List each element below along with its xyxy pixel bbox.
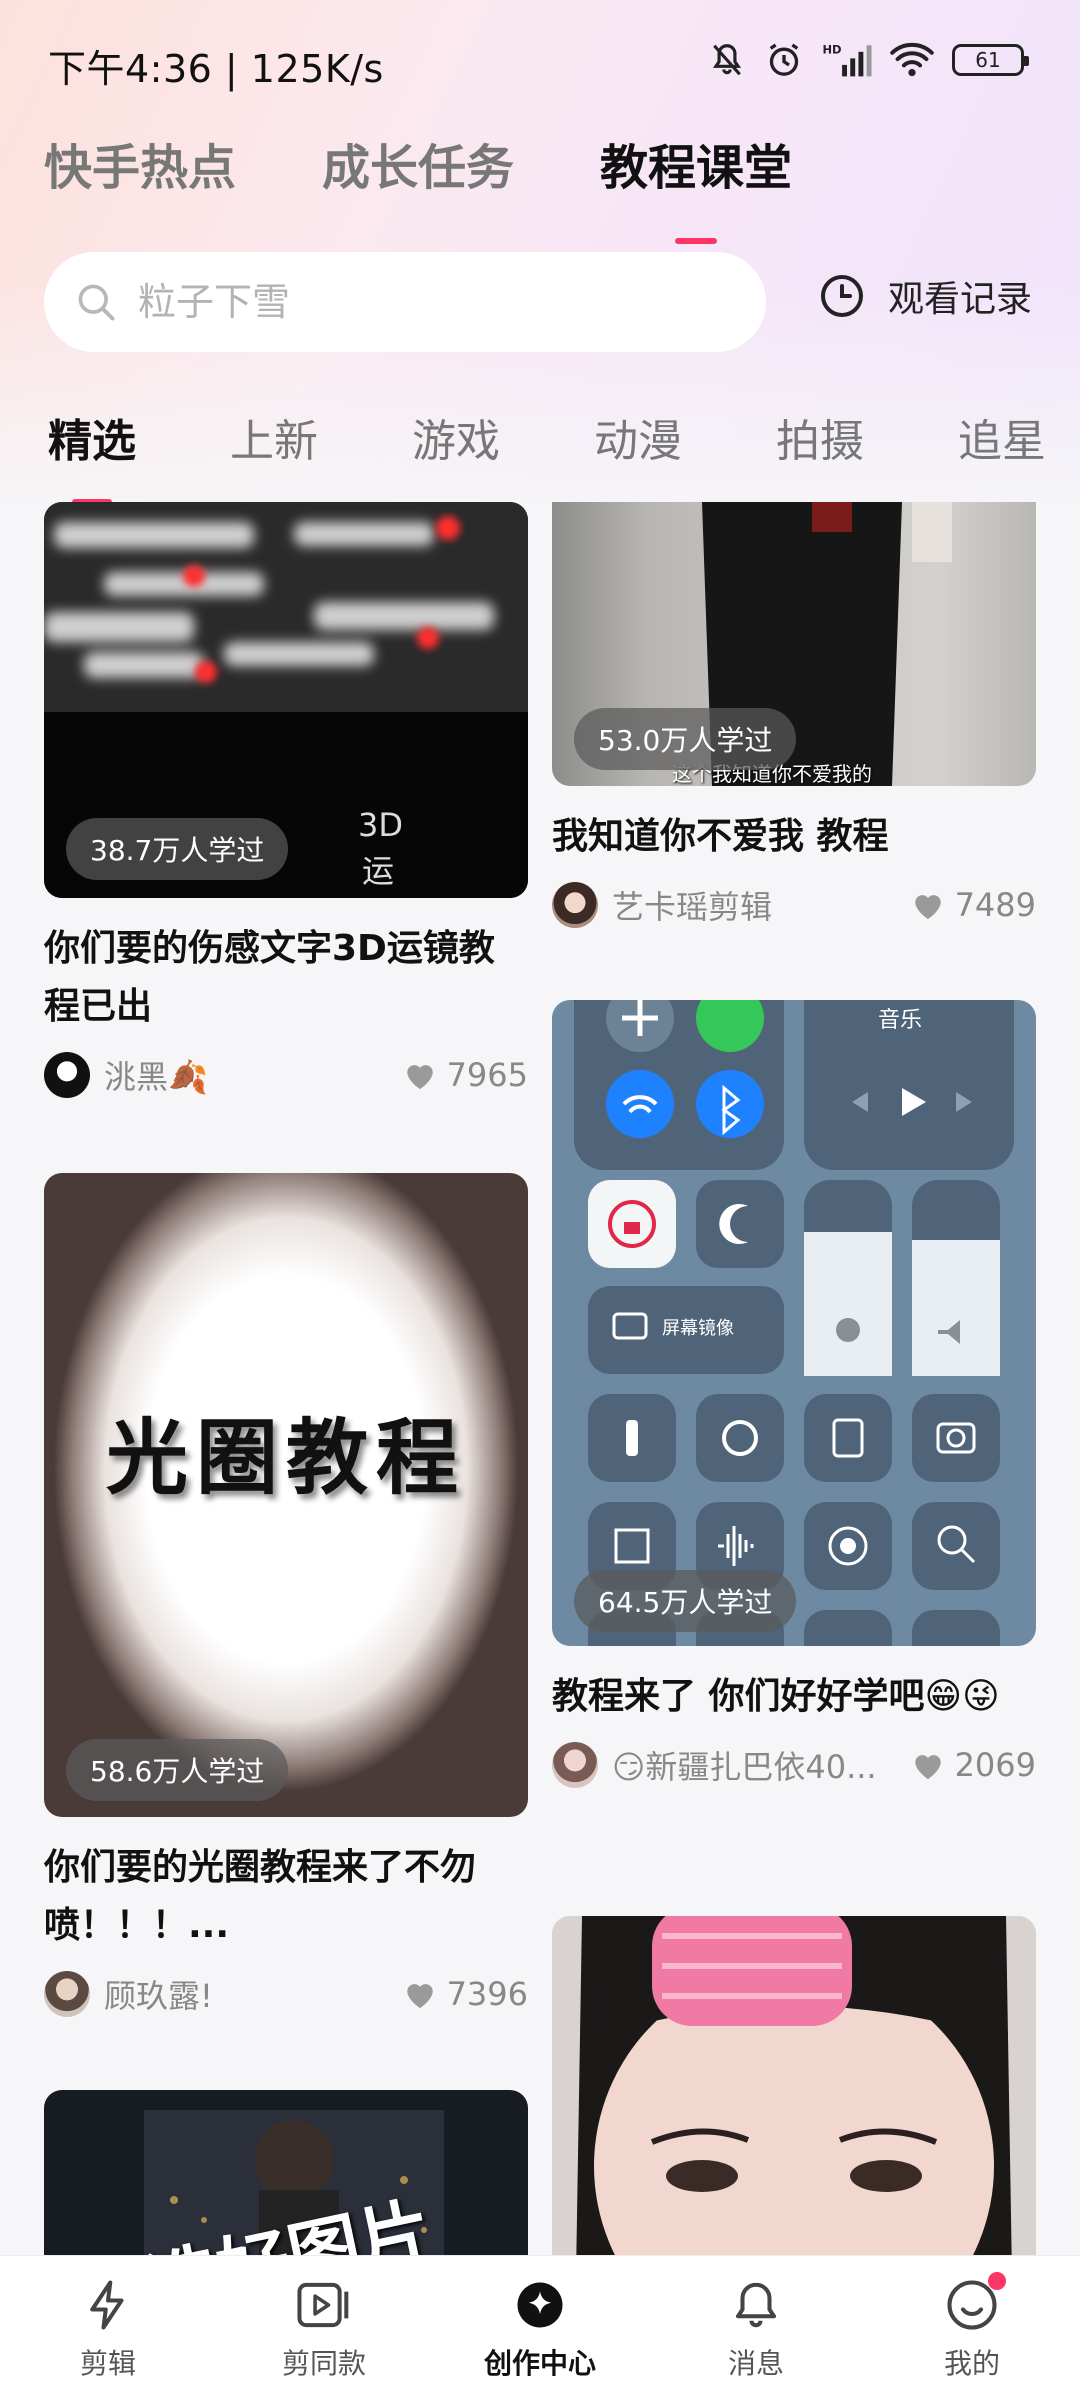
card-thumbnail[interactable]	[552, 1916, 1036, 2255]
tutorial-card[interactable]: 光圈教程 58.6万人学过 你们要的光圈教程来了不勿喷！！！... 顾玖露! 7…	[44, 1173, 528, 2019]
nav-label: 剪同款	[281, 2347, 366, 2380]
views-badge: 38.7万人学过	[66, 818, 289, 880]
avatar	[44, 1052, 90, 1098]
tab-growth-tasks[interactable]: 成长任务	[322, 128, 514, 198]
watch-history-label: 观看记录	[888, 279, 1033, 320]
author-info[interactable]: 艺卡瑶剪辑	[552, 882, 772, 928]
notification-badge	[988, 2272, 1006, 2290]
search-icon	[78, 284, 115, 321]
category-shooting[interactable]: 拍摄	[776, 405, 864, 469]
category-new[interactable]: 上新	[230, 405, 318, 469]
alarm-icon	[769, 43, 799, 76]
clock-icon	[821, 275, 863, 317]
svg-text:HD: HD	[822, 42, 841, 56]
author-name: 艺卡瑶剪辑	[612, 888, 773, 926]
heart-icon	[406, 1065, 433, 1090]
tab-kuaishou-hot[interactable]: 快手热点	[44, 128, 236, 198]
tutorial-card[interactable]: 3D 运 38.7万人学过 你们要的伤感文字3D运镜教程已出 洮黑🍂 7965	[44, 502, 528, 1100]
card-meta: 😏新疆扎巴依40... 2069	[552, 1740, 1036, 1790]
author-name: 洮黑🍂	[104, 1058, 208, 1096]
thumbnail-text: 3D 运	[358, 806, 403, 890]
nav-edit[interactable]: 剪辑	[0, 2256, 216, 2400]
views-badge: 53.0万人学过	[574, 708, 797, 770]
card-meta: 洮黑🍂 7965	[44, 1050, 528, 1100]
tutorial-card[interactable]: 音乐 屏幕镜像 64.5万人学过 教程来了 你们好好学吧😁😜 😏新疆扎巴依40.…	[552, 1000, 1036, 1790]
nav-creation-center[interactable]: 创作中心	[432, 2256, 648, 2400]
card-title[interactable]: 你们要的伤感文字3D运镜教程已出	[44, 920, 528, 1036]
nav-messages[interactable]: 消息	[648, 2256, 864, 2400]
likes[interactable]: 7965	[403, 1056, 528, 1094]
nav-template[interactable]: 剪同款	[216, 2256, 432, 2400]
tab-tutorial-class[interactable]: 教程课堂	[600, 128, 792, 198]
author-info[interactable]: 洮黑🍂	[44, 1052, 208, 1098]
bell-icon	[735, 2282, 777, 2328]
status-icons: HD 61	[708, 40, 1029, 80]
battery-indicator: 61	[952, 44, 1029, 76]
author-name: 😏新疆扎巴依40...	[612, 1748, 877, 1786]
views-badge: 58.6万人学过	[66, 1739, 289, 1801]
views-badge: 64.5万人学过	[574, 1570, 797, 1632]
thumbnail-image	[552, 1916, 1036, 2255]
tutorial-feed[interactable]: 3D 运 38.7万人学过 你们要的伤感文字3D运镜教程已出 洮黑🍂 7965 …	[0, 502, 1080, 2255]
tutorial-card[interactable]: 这个我知道你不爱我的 53.0万人学过 我知道你不爱我 教程 艺卡瑶剪辑 748…	[552, 502, 1036, 930]
thumbnail-image	[574, 1000, 1014, 1646]
likes[interactable]: 7489	[911, 886, 1036, 924]
signal-icon: HD	[822, 42, 872, 77]
top-tabs: 快手热点 成长任务 教程课堂	[44, 128, 792, 198]
mute-bell-icon	[712, 44, 742, 76]
likes[interactable]: 2069	[911, 1746, 1036, 1784]
like-count: 2069	[954, 1746, 1036, 1784]
card-meta: 艺卡瑶剪辑 7489	[552, 880, 1036, 930]
avatar	[552, 882, 598, 928]
card-thumbnail[interactable]: 3D 运 38.7万人学过	[44, 502, 528, 898]
heart-icon	[914, 895, 941, 920]
card-thumbnail[interactable]: 选好图片	[44, 2090, 528, 2255]
author-info[interactable]: 顾玖露!	[44, 1971, 213, 2017]
creation-center-icon	[517, 2282, 563, 2328]
bottom-navigation: 剪辑 剪同款 创作中心 消息 我的	[0, 2255, 1080, 2400]
thumbnail-text-music: 音乐	[878, 1008, 923, 1033]
lightning-icon	[90, 2280, 124, 2330]
heart-icon	[406, 1984, 433, 2009]
category-anime[interactable]: 动漫	[594, 405, 682, 469]
card-title[interactable]: 教程来了 你们好好学吧😁😜	[552, 1668, 1036, 1726]
watch-history-button[interactable]: 观看记录	[818, 270, 1032, 322]
nav-label: 剪辑	[79, 2347, 136, 2380]
category-featured[interactable]: 精选	[48, 405, 136, 469]
like-count: 7489	[954, 886, 1036, 924]
avatar	[44, 1971, 90, 2017]
card-title[interactable]: 我知道你不爱我 教程	[552, 808, 1036, 866]
video-template-icon	[297, 2282, 349, 2328]
card-thumbnail[interactable]: 音乐 屏幕镜像 64.5万人学过	[552, 1000, 1036, 1646]
tutorial-card[interactable]	[552, 1916, 1036, 2255]
thumbnail-text-mirroring: 屏幕镜像	[662, 1318, 734, 1339]
nav-profile[interactable]: 我的	[864, 2256, 1080, 2400]
nav-label: 创作中心	[483, 2347, 596, 2380]
card-meta: 顾玖露! 7396	[44, 1969, 528, 2019]
status-bar: 下午4:36 | 125K/s HD 61	[0, 0, 1080, 128]
tutorial-card[interactable]: 选好图片	[44, 2090, 528, 2255]
avatar	[552, 1742, 598, 1788]
heart-icon	[914, 1755, 941, 1780]
category-games[interactable]: 游戏	[412, 405, 500, 469]
nav-label: 我的	[943, 2347, 1000, 2380]
category-tabs: 精选 上新 游戏 动漫 拍摄 追星	[48, 405, 1046, 469]
wifi-icon	[890, 42, 934, 77]
card-title[interactable]: 你们要的光圈教程来了不勿喷！！！...	[44, 1839, 528, 1955]
search-box[interactable]	[44, 252, 766, 352]
author-name: 顾玖露!	[104, 1977, 213, 2015]
author-info[interactable]: 😏新疆扎巴依40...	[552, 1742, 877, 1788]
thumbnail-text: 光圈教程	[105, 1410, 466, 1506]
like-count: 7965	[446, 1056, 528, 1094]
search-input[interactable]	[138, 280, 698, 324]
status-time: 下午4:36 | 125K/s	[48, 47, 384, 91]
like-count: 7396	[446, 1975, 528, 2013]
category-celebrity[interactable]: 追星	[958, 405, 1046, 469]
likes[interactable]: 7396	[403, 1975, 528, 2013]
card-thumbnail[interactable]: 这个我知道你不爱我的 53.0万人学过	[552, 502, 1036, 786]
card-thumbnail[interactable]: 光圈教程 58.6万人学过	[44, 1173, 528, 1817]
nav-label: 消息	[727, 2347, 784, 2380]
